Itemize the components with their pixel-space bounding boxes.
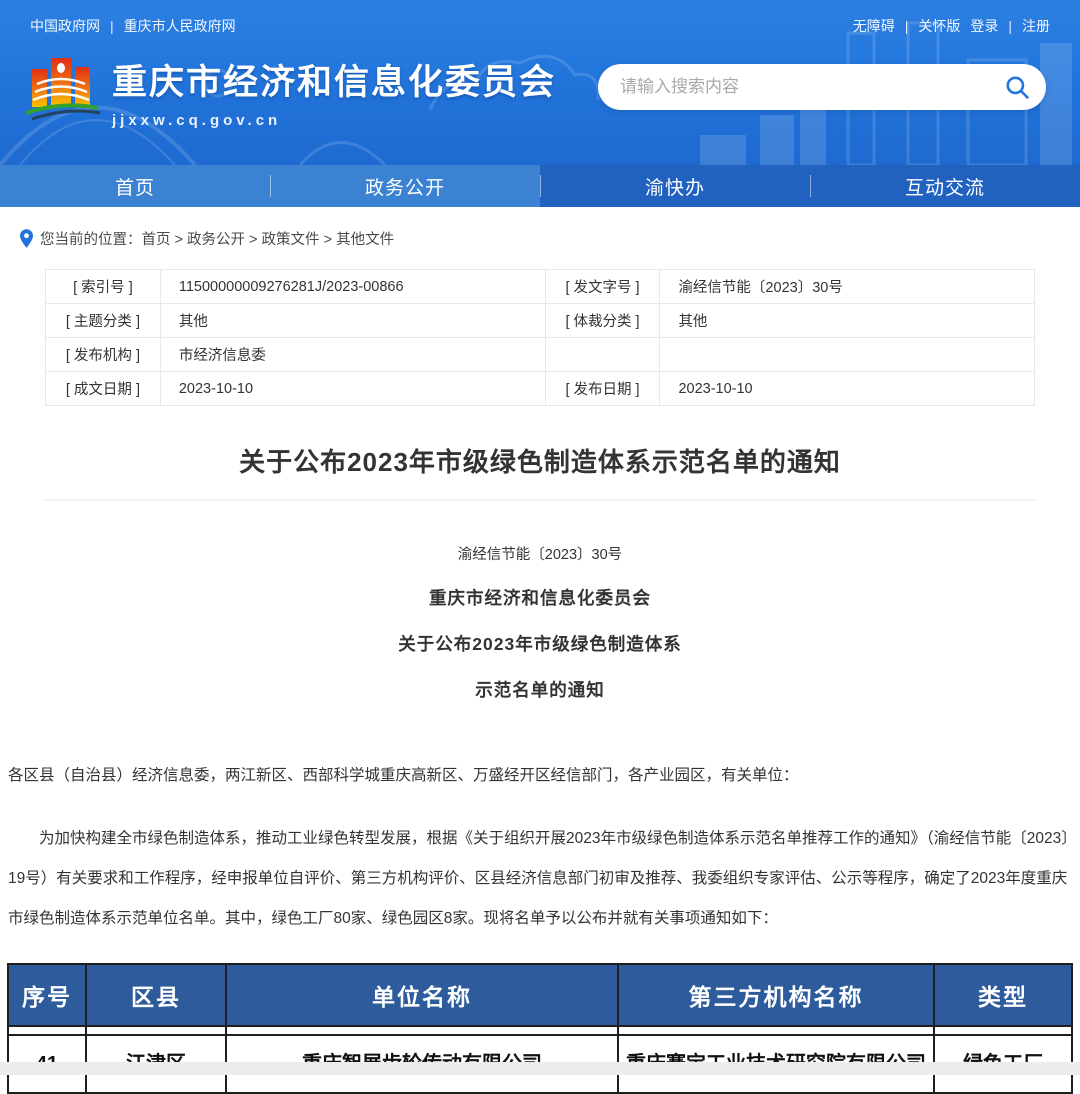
spacer-cell bbox=[618, 1026, 934, 1035]
site-identity: 重庆市经济和信息化委员会 jjxxw.cq.gov.cn bbox=[112, 54, 556, 129]
nav-item-gov-affairs[interactable]: 政务公开 bbox=[270, 165, 540, 207]
page-title: 关于公布2023年市级绿色制造体系示范名单的通知 bbox=[0, 442, 1080, 479]
document-body: 各区县（自治县）经济信息委，两江新区、西部科学城重庆高新区、万盛经开区经信部门，… bbox=[8, 762, 1072, 939]
page-background-strip bbox=[0, 1062, 1080, 1075]
col-header-unit-name: 单位名称 bbox=[226, 964, 618, 1026]
meta-value-empty bbox=[660, 338, 1035, 372]
meta-value-subject: 其他 bbox=[160, 304, 545, 338]
top-utility-bar: 中国政府网 | 重庆市人民政府网 无障碍 | 关怀版 登录 | 注册 bbox=[0, 0, 1080, 46]
salutation-line: 各区县（自治县）经济信息委，两江新区、西部科学城重庆高新区、万盛经开区经信部门，… bbox=[8, 762, 1072, 789]
link-accessibility[interactable]: 无障碍 bbox=[853, 16, 895, 36]
meta-row: [ 发布机构 ] 市经济信息委 bbox=[46, 338, 1035, 372]
meta-row: [ 主题分类 ] 其他 [ 体裁分类 ] 其他 bbox=[46, 304, 1035, 338]
nav-item-interaction[interactable]: 互动交流 bbox=[810, 165, 1080, 207]
meta-label-index-no: [ 索引号 ] bbox=[46, 270, 161, 304]
document-heading: 渝经信节能〔2023〕30号 重庆市经济和信息化委员会 关于公布2023年市级绿… bbox=[0, 543, 1080, 702]
meta-value-genre: 其他 bbox=[660, 304, 1035, 338]
document-title-line-2: 示范名单的通知 bbox=[0, 677, 1080, 702]
table-spacer-row bbox=[8, 1026, 1072, 1035]
breadcrumb-text[interactable]: 您当前的位置：首页 > 政务公开 > 政策文件 > 其他文件 bbox=[40, 228, 394, 249]
link-chongqing-gov[interactable]: 重庆市人民政府网 bbox=[124, 16, 236, 36]
spacer-cell bbox=[934, 1026, 1072, 1035]
document-meta-table: [ 索引号 ] 11500000009276281J/2023-00866 [ … bbox=[45, 269, 1035, 406]
meta-label-written-date: [ 成文日期 ] bbox=[46, 372, 161, 406]
site-url: jjxxw.cq.gov.cn bbox=[112, 112, 556, 129]
body-paragraph: 为加快构建全市绿色制造体系，推动工业绿色转型发展，根据《关于组织开展2023年市… bbox=[8, 819, 1072, 939]
spacer-cell bbox=[8, 1026, 86, 1035]
site-banner: 中国政府网 | 重庆市人民政府网 无障碍 | 关怀版 登录 | 注册 bbox=[0, 0, 1080, 165]
meta-label-empty bbox=[545, 338, 660, 372]
search-icon[interactable] bbox=[1004, 74, 1030, 100]
site-header: 重庆市经济和信息化委员会 jjxxw.cq.gov.cn bbox=[0, 46, 1080, 129]
separator: | bbox=[110, 18, 114, 34]
nav-item-home[interactable]: 首页 bbox=[0, 165, 270, 207]
agency-logo-icon bbox=[24, 51, 100, 127]
meta-label-doc-no: [ 发文字号 ] bbox=[545, 270, 660, 304]
location-pin-icon bbox=[20, 229, 33, 248]
breadcrumb: 您当前的位置：首页 > 政务公开 > 政策文件 > 其他文件 bbox=[0, 207, 1080, 253]
meta-value-written-date: 2023-10-10 bbox=[160, 372, 545, 406]
meta-label-genre: [ 体裁分类 ] bbox=[545, 304, 660, 338]
separator: | bbox=[1008, 18, 1012, 34]
meta-label-publish-date: [ 发布日期 ] bbox=[545, 372, 660, 406]
meta-value-index-no: 11500000009276281J/2023-00866 bbox=[160, 270, 545, 304]
meta-label-subject: [ 主题分类 ] bbox=[46, 304, 161, 338]
meta-value-publish-date: 2023-10-10 bbox=[660, 372, 1035, 406]
link-care-version[interactable]: 关怀版 bbox=[918, 16, 960, 36]
table-header-row: 序号 区县 单位名称 第三方机构名称 类型 bbox=[8, 964, 1072, 1026]
link-china-gov[interactable]: 中国政府网 bbox=[30, 16, 100, 36]
separator: | bbox=[905, 18, 909, 34]
document-title-line-1: 关于公布2023年市级绿色制造体系 bbox=[0, 631, 1080, 656]
spacer-cell bbox=[86, 1026, 226, 1035]
document-org-line: 重庆市经济和信息化委员会 bbox=[0, 585, 1080, 610]
search-bar bbox=[598, 64, 1046, 110]
meta-row: [ 成文日期 ] 2023-10-10 [ 发布日期 ] 2023-10-10 bbox=[46, 372, 1035, 406]
col-header-third-party: 第三方机构名称 bbox=[618, 964, 934, 1026]
site-title: 重庆市经济和信息化委员会 bbox=[112, 54, 556, 105]
col-header-type: 类型 bbox=[934, 964, 1072, 1026]
meta-value-doc-no: 渝经信节能〔2023〕30号 bbox=[660, 270, 1035, 304]
main-nav: 首页 政务公开 渝快办 互动交流 bbox=[0, 165, 1080, 207]
search-input[interactable] bbox=[620, 77, 1004, 97]
meta-value-publisher: 市经济信息委 bbox=[160, 338, 545, 372]
document-number: 渝经信节能〔2023〕30号 bbox=[0, 543, 1080, 564]
col-header-serial: 序号 bbox=[8, 964, 86, 1026]
meta-label-publisher: [ 发布机构 ] bbox=[46, 338, 161, 372]
link-login[interactable]: 登录 bbox=[970, 16, 998, 36]
divider bbox=[45, 499, 1035, 501]
gov-links: 中国政府网 | 重庆市人民政府网 bbox=[30, 16, 236, 36]
spacer-cell bbox=[226, 1026, 618, 1035]
meta-row: [ 索引号 ] 11500000009276281J/2023-00866 [ … bbox=[46, 270, 1035, 304]
nav-item-yukuaiban[interactable]: 渝快办 bbox=[540, 165, 810, 207]
account-links: 无障碍 | 关怀版 登录 | 注册 bbox=[853, 16, 1050, 36]
link-register[interactable]: 注册 bbox=[1022, 16, 1050, 36]
col-header-district: 区县 bbox=[86, 964, 226, 1026]
